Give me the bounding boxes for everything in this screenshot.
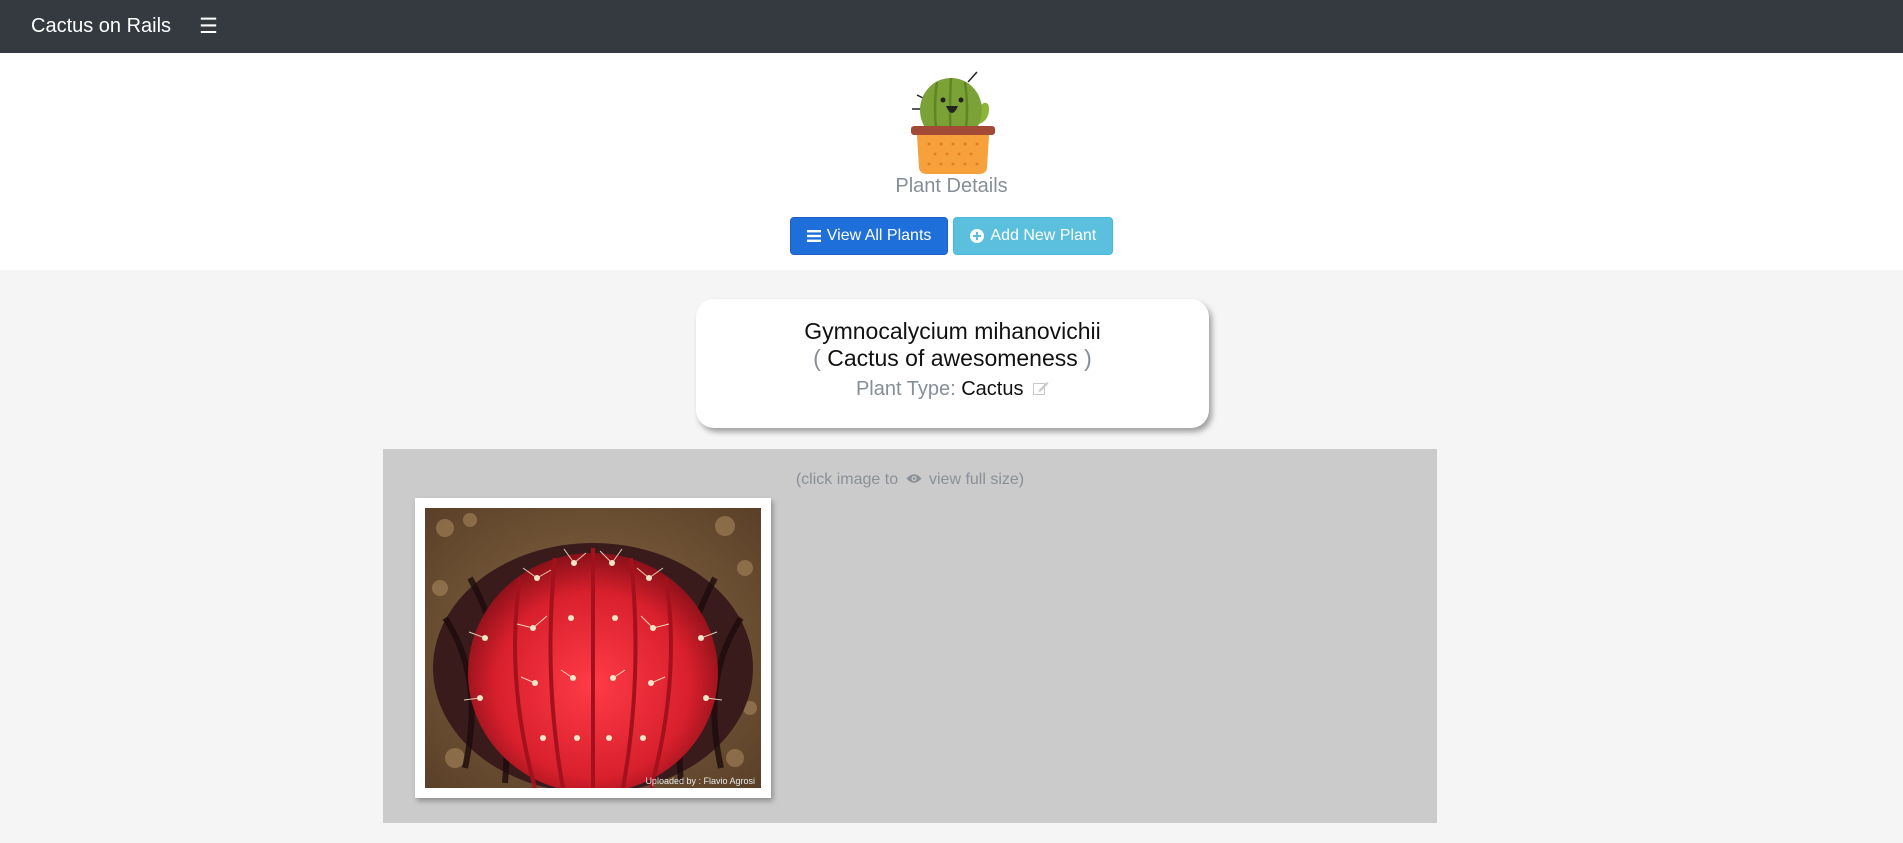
common-name-line: ( Cactus of awesomeness ): [696, 345, 1209, 372]
action-buttons: View All Plants Add New Plant: [789, 217, 1114, 255]
cactus-logo-icon: [911, 71, 995, 174]
image-gallery: (click image to view full size) Uploaded…: [383, 449, 1437, 823]
hint-suffix: view full size): [929, 471, 1025, 489]
common-name: Cactus of awesomeness: [827, 345, 1078, 371]
open-paren: (: [813, 345, 821, 371]
view-all-plants-label: View All Plants: [826, 227, 932, 244]
hint-prefix: (click image to: [795, 471, 899, 489]
plant-photo: Uploaded by : Flavio Agrosi: [425, 508, 761, 788]
scientific-name: Gymnocalycium mihanovichii: [804, 318, 1101, 344]
close-paren: ): [1084, 345, 1092, 371]
plant-type-line: Plant Type: Cactus: [696, 378, 1209, 401]
add-new-plant-label: Add New Plant: [990, 227, 1097, 244]
hamburger-menu-icon[interactable]: ☰: [199, 16, 218, 37]
photo-watermark: Uploaded by : Flavio Agrosi: [645, 776, 755, 786]
eye-icon: [906, 471, 922, 489]
top-navbar: Cactus on Rails ☰: [0, 0, 1903, 53]
view-all-plants-button[interactable]: View All Plants: [789, 217, 949, 255]
plant-type-value: Cactus: [961, 378, 1024, 400]
page-subtitle: Plant Details: [895, 175, 1008, 197]
list-icon: [806, 229, 821, 243]
brand-link[interactable]: Cactus on Rails: [31, 15, 171, 38]
plant-type-label: Plant Type:: [855, 378, 956, 400]
view-full-size-hint: (click image to view full size): [383, 471, 1437, 489]
plus-circle-icon: [970, 229, 985, 243]
edit-icon[interactable]: [1033, 378, 1049, 401]
page-header: Plant Details View All Plants Add New Pl…: [0, 53, 1903, 270]
plant-photo-thumbnail[interactable]: Uploaded by : Flavio Agrosi: [415, 498, 771, 798]
add-new-plant-button[interactable]: Add New Plant: [953, 217, 1114, 255]
plant-info-card: Gymnocalycium mihanovichii ( Cactus of a…: [696, 299, 1209, 428]
